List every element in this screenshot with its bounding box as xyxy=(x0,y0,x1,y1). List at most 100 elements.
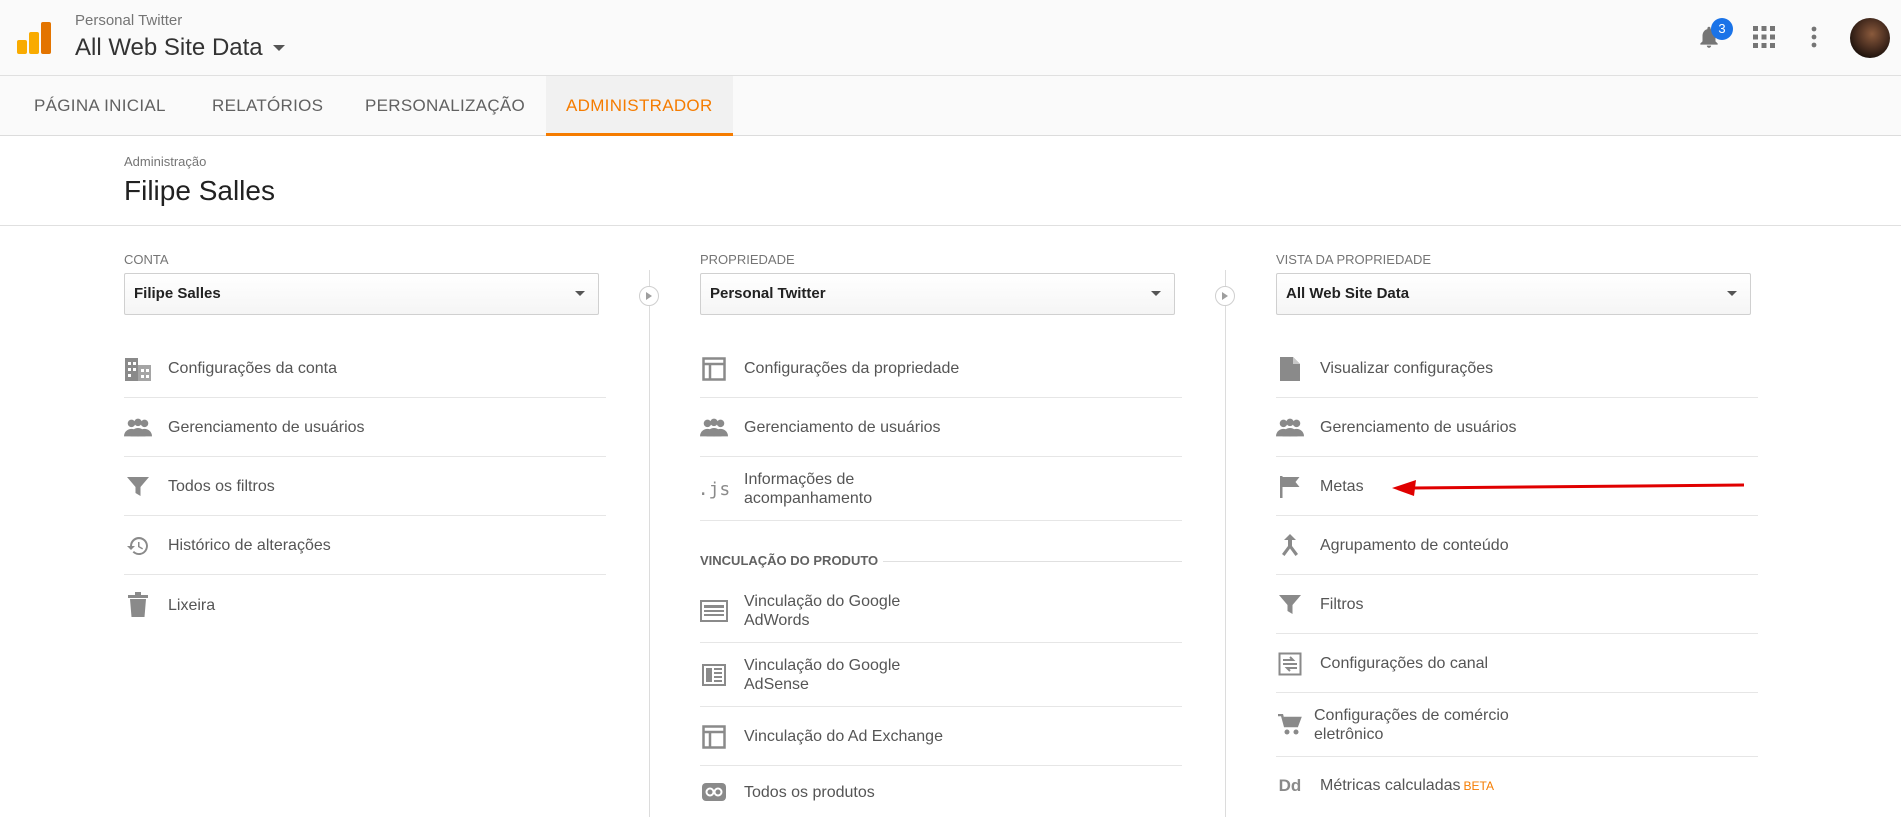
tab-pagina-inicial[interactable]: PÁGINA INICIAL xyxy=(14,76,186,136)
account-users-item[interactable]: Gerenciamento de usuários xyxy=(124,399,606,457)
adexchange-label: Vinculação do Ad Exchange xyxy=(744,728,943,745)
section-divider xyxy=(883,561,1182,562)
ecommerce-settings-item[interactable]: Configurações de comércio eletrônico xyxy=(1276,694,1758,757)
view-column-label: VISTA DA PROPRIEDADE xyxy=(1276,252,1432,267)
view-settings-label: Visualizar configurações xyxy=(1320,360,1494,377)
property-users-label: Gerenciamento de usuários xyxy=(744,419,941,436)
notification-badge[interactable]: 3 xyxy=(1711,18,1733,40)
account-history-label: Histórico de alterações xyxy=(168,537,331,554)
link-icon xyxy=(700,778,728,806)
adsense-label-1: Vinculação do Google xyxy=(744,657,901,674)
adsense-link-item[interactable]: Vinculação do Google AdSense xyxy=(700,644,1182,707)
adexchange-link-item[interactable]: Vinculação do Ad Exchange xyxy=(700,708,1182,766)
column-divider xyxy=(1225,270,1226,817)
breadcrumb: Administração xyxy=(124,154,207,169)
adsense-icon xyxy=(700,661,728,689)
building-icon xyxy=(124,355,152,383)
adexchange-icon xyxy=(700,723,728,751)
view-select[interactable]: All Web Site Data xyxy=(1276,273,1751,315)
account-selector-label: All Web Site Data xyxy=(75,34,263,61)
dd-icon: Dd xyxy=(1278,776,1302,795)
calculated-metrics-label: Métricas calculadas xyxy=(1320,777,1461,794)
view-filters-label: Filtros xyxy=(1320,596,1364,613)
ecommerce-label-1: Configurações de comércio xyxy=(1314,707,1509,724)
beta-badge: BETA xyxy=(1463,779,1494,793)
adsense-label-2: AdSense xyxy=(744,676,809,693)
account-selector[interactable]: All Web Site Data xyxy=(75,34,285,62)
merge-icon xyxy=(1276,532,1304,560)
layout-icon xyxy=(700,355,728,383)
top-header: Personal Twitter All Web Site Data 3 xyxy=(0,0,1901,76)
property-select-value: Personal Twitter xyxy=(710,285,826,302)
caret-down-icon xyxy=(272,45,285,51)
channel-icon xyxy=(1276,650,1304,678)
users-icon xyxy=(700,414,728,442)
all-products-item[interactable]: Todos os produtos xyxy=(700,767,1182,817)
account-select[interactable]: Filipe Salles xyxy=(124,273,599,315)
all-products-label: Todos os produtos xyxy=(744,783,875,801)
filter-icon xyxy=(1276,591,1304,619)
view-settings-item[interactable]: Visualizar configurações xyxy=(1276,340,1758,398)
property-users-item[interactable]: Gerenciamento de usuários xyxy=(700,399,1182,457)
adwords-label-1: Vinculação do Google xyxy=(744,593,901,610)
account-settings-label: Configurações da conta xyxy=(168,360,337,377)
view-users-item[interactable]: Gerenciamento de usuários xyxy=(1276,399,1758,457)
more-vert-icon[interactable] xyxy=(1806,24,1822,50)
content-grouping-label: Agrupamento de conteúdo xyxy=(1320,537,1509,554)
product-linking-section-title: VINCULAÇÃO DO PRODUTO xyxy=(700,553,879,568)
chevron-down-icon xyxy=(1727,291,1737,296)
content-grouping-item[interactable]: Agrupamento de conteúdo xyxy=(1276,517,1758,575)
trash-icon xyxy=(124,591,152,619)
main-tabs: PÁGINA INICIAL RELATÓRIOS PERSONALIZAÇÃO… xyxy=(0,76,1901,136)
channel-settings-item[interactable]: Configurações do canal xyxy=(1276,635,1758,693)
view-select-value: All Web Site Data xyxy=(1286,285,1410,302)
page-title: Filipe Salles xyxy=(124,175,275,206)
account-history-item[interactable]: Histórico de alterações xyxy=(124,517,606,575)
annotation-arrow-icon xyxy=(1392,480,1745,496)
arrow-right-icon xyxy=(1215,286,1235,306)
account-select-value: Filipe Salles xyxy=(134,285,221,302)
tab-relatorios[interactable]: RELATÓRIOS xyxy=(192,76,343,136)
chevron-down-icon xyxy=(1151,291,1161,296)
calculated-metrics-item[interactable]: Dd Métricas calculadas BETA xyxy=(1276,758,1758,814)
js-icon: .js xyxy=(697,478,731,500)
adwords-icon xyxy=(700,597,728,625)
view-users-label: Gerenciamento de usuários xyxy=(1320,419,1517,436)
account-column-label: CONTA xyxy=(124,252,169,267)
ecommerce-label-2: eletrônico xyxy=(1314,726,1384,743)
apps-grid-icon[interactable] xyxy=(1753,26,1775,48)
filter-icon xyxy=(124,473,152,501)
flag-icon xyxy=(1276,473,1304,501)
column-divider xyxy=(649,270,650,817)
account-subtitle: Personal Twitter xyxy=(75,12,183,29)
account-settings-item[interactable]: Configurações da conta xyxy=(124,340,606,398)
tab-personalizacao[interactable]: PERSONALIZAÇÃO xyxy=(345,76,545,136)
account-filters-item[interactable]: Todos os filtros xyxy=(124,458,606,516)
users-icon xyxy=(1276,414,1304,442)
property-select[interactable]: Personal Twitter xyxy=(700,273,1175,315)
property-tracking-label-2: acompanhamento xyxy=(744,490,873,507)
cart-icon xyxy=(1276,711,1304,739)
property-tracking-item[interactable]: .js Informações de acompanhamento xyxy=(697,458,1182,521)
history-icon xyxy=(124,532,152,560)
user-avatar[interactable] xyxy=(1850,18,1890,58)
account-filters-label: Todos os filtros xyxy=(168,478,275,495)
property-tracking-label-1: Informações de xyxy=(744,471,855,488)
users-icon xyxy=(124,414,152,442)
tab-administrador[interactable]: ADMINISTRADOR xyxy=(546,76,733,136)
account-trash-label: Lixeira xyxy=(168,596,216,614)
document-icon xyxy=(1276,355,1304,383)
goals-label: Metas xyxy=(1320,478,1364,495)
account-trash-item[interactable]: Lixeira xyxy=(124,576,606,634)
chevron-down-icon xyxy=(575,291,585,296)
property-settings-item[interactable]: Configurações da propriedade xyxy=(700,340,1182,398)
title-band: Administração Filipe Salles xyxy=(0,137,1901,226)
view-filters-item[interactable]: Filtros xyxy=(1276,576,1758,634)
adwords-link-item[interactable]: Vinculação do Google AdWords xyxy=(700,580,1182,643)
account-users-label: Gerenciamento de usuários xyxy=(168,419,365,436)
channel-settings-label: Configurações do canal xyxy=(1320,655,1489,672)
analytics-logo-icon[interactable] xyxy=(17,22,51,54)
arrow-right-icon xyxy=(639,286,659,306)
property-column-label: PROPRIEDADE xyxy=(700,252,795,267)
property-settings-label: Configurações da propriedade xyxy=(744,360,960,377)
